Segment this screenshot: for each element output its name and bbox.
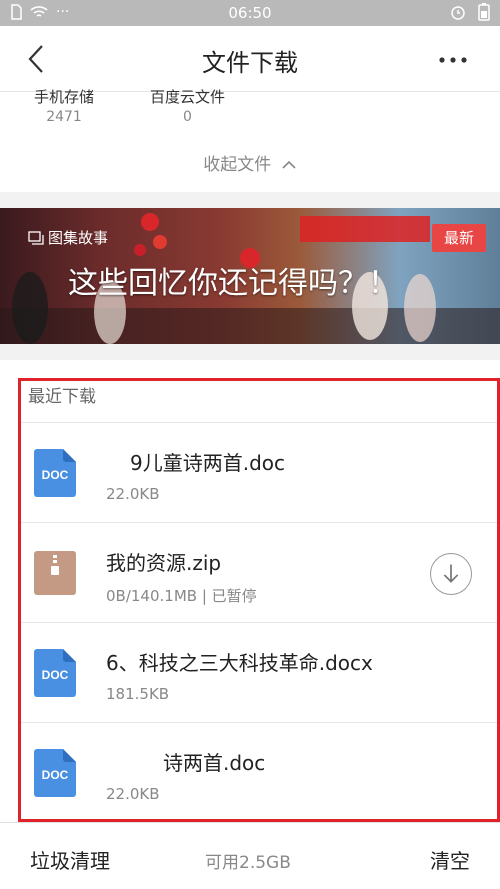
- collapse-files-label: 收起文件: [203, 155, 272, 175]
- doc-file-icon: DOC: [34, 449, 76, 497]
- alarm-icon: [451, 6, 465, 20]
- banner-tag-label: 图集故事: [48, 229, 109, 247]
- junk-cleanup-button[interactable]: 垃圾清理: [30, 845, 110, 874]
- file-meta: 181.5KB: [106, 685, 170, 703]
- story-banner[interactable]: 图集故事 这些回忆你还记得吗？！ 最新: [0, 208, 500, 344]
- file-name: 6、科技之三大科技革命.docx: [106, 651, 373, 675]
- chevron-up-icon: [282, 160, 296, 169]
- file-meta: 22.0KB: [106, 485, 160, 503]
- battery-icon: [478, 3, 490, 21]
- more-options-icon[interactable]: [438, 56, 468, 64]
- zip-file-icon: [34, 551, 76, 595]
- status-bar: ··· 06:50: [0, 0, 500, 26]
- doc-icon-text: DOC: [42, 768, 69, 782]
- doc-file-icon: DOC: [34, 749, 76, 797]
- storage-section: 手机存储 2471 百度云文件 0 收起文件: [0, 88, 500, 192]
- gallery-icon: [28, 230, 44, 245]
- doc-file-icon: DOC: [34, 649, 76, 697]
- download-item[interactable]: DOC 诗两首.doc 22.0KB: [18, 722, 500, 822]
- phone-storage-label: 手机存储: [34, 88, 95, 106]
- clear-button[interactable]: 清空: [430, 845, 470, 874]
- collapse-files-button[interactable]: 收起文件: [0, 150, 500, 175]
- status-right: [450, 3, 490, 21]
- download-item[interactable]: 我的资源.zip 0B/140.1MB | 已暂停: [18, 522, 500, 622]
- banner-headline: 这些回忆你还记得吗？！: [68, 266, 398, 301]
- doc-icon-text: DOC: [42, 668, 69, 682]
- phone-storage[interactable]: 手机存储 2471: [34, 86, 94, 125]
- file-name: 9儿童诗两首.doc: [130, 451, 286, 475]
- banner-tag: 图集故事: [28, 227, 108, 248]
- bottom-bar: 垃圾清理 可用2.5GB 清空: [0, 822, 500, 889]
- file-meta: 0B/140.1MB | 已暂停: [106, 587, 257, 605]
- cloud-storage-count: 0: [183, 109, 192, 125]
- phone-storage-count: 2471: [46, 109, 82, 125]
- cloud-storage[interactable]: 百度云文件 0: [150, 86, 225, 125]
- page-title: 文件下载: [202, 49, 298, 77]
- doc-icon-text: DOC: [42, 468, 69, 482]
- cloud-storage-label: 百度云文件: [150, 88, 226, 106]
- title-bar: 文件下载: [0, 26, 500, 92]
- available-space: 可用2.5GB: [205, 853, 291, 873]
- file-meta: 22.0KB: [106, 785, 160, 803]
- new-badge: 最新: [432, 224, 486, 252]
- status-time: 06:50: [228, 4, 272, 22]
- recent-downloads-header: 最近下载: [28, 387, 96, 407]
- file-name: 我的资源.zip: [106, 551, 222, 575]
- download-item[interactable]: DOC 6、科技之三大科技革命.docx 181.5KB: [18, 622, 500, 722]
- download-resume-icon[interactable]: [430, 553, 472, 595]
- file-name: 诗两首.doc: [163, 751, 266, 775]
- download-item[interactable]: DOC 9儿童诗两首.doc 22.0KB: [18, 422, 500, 522]
